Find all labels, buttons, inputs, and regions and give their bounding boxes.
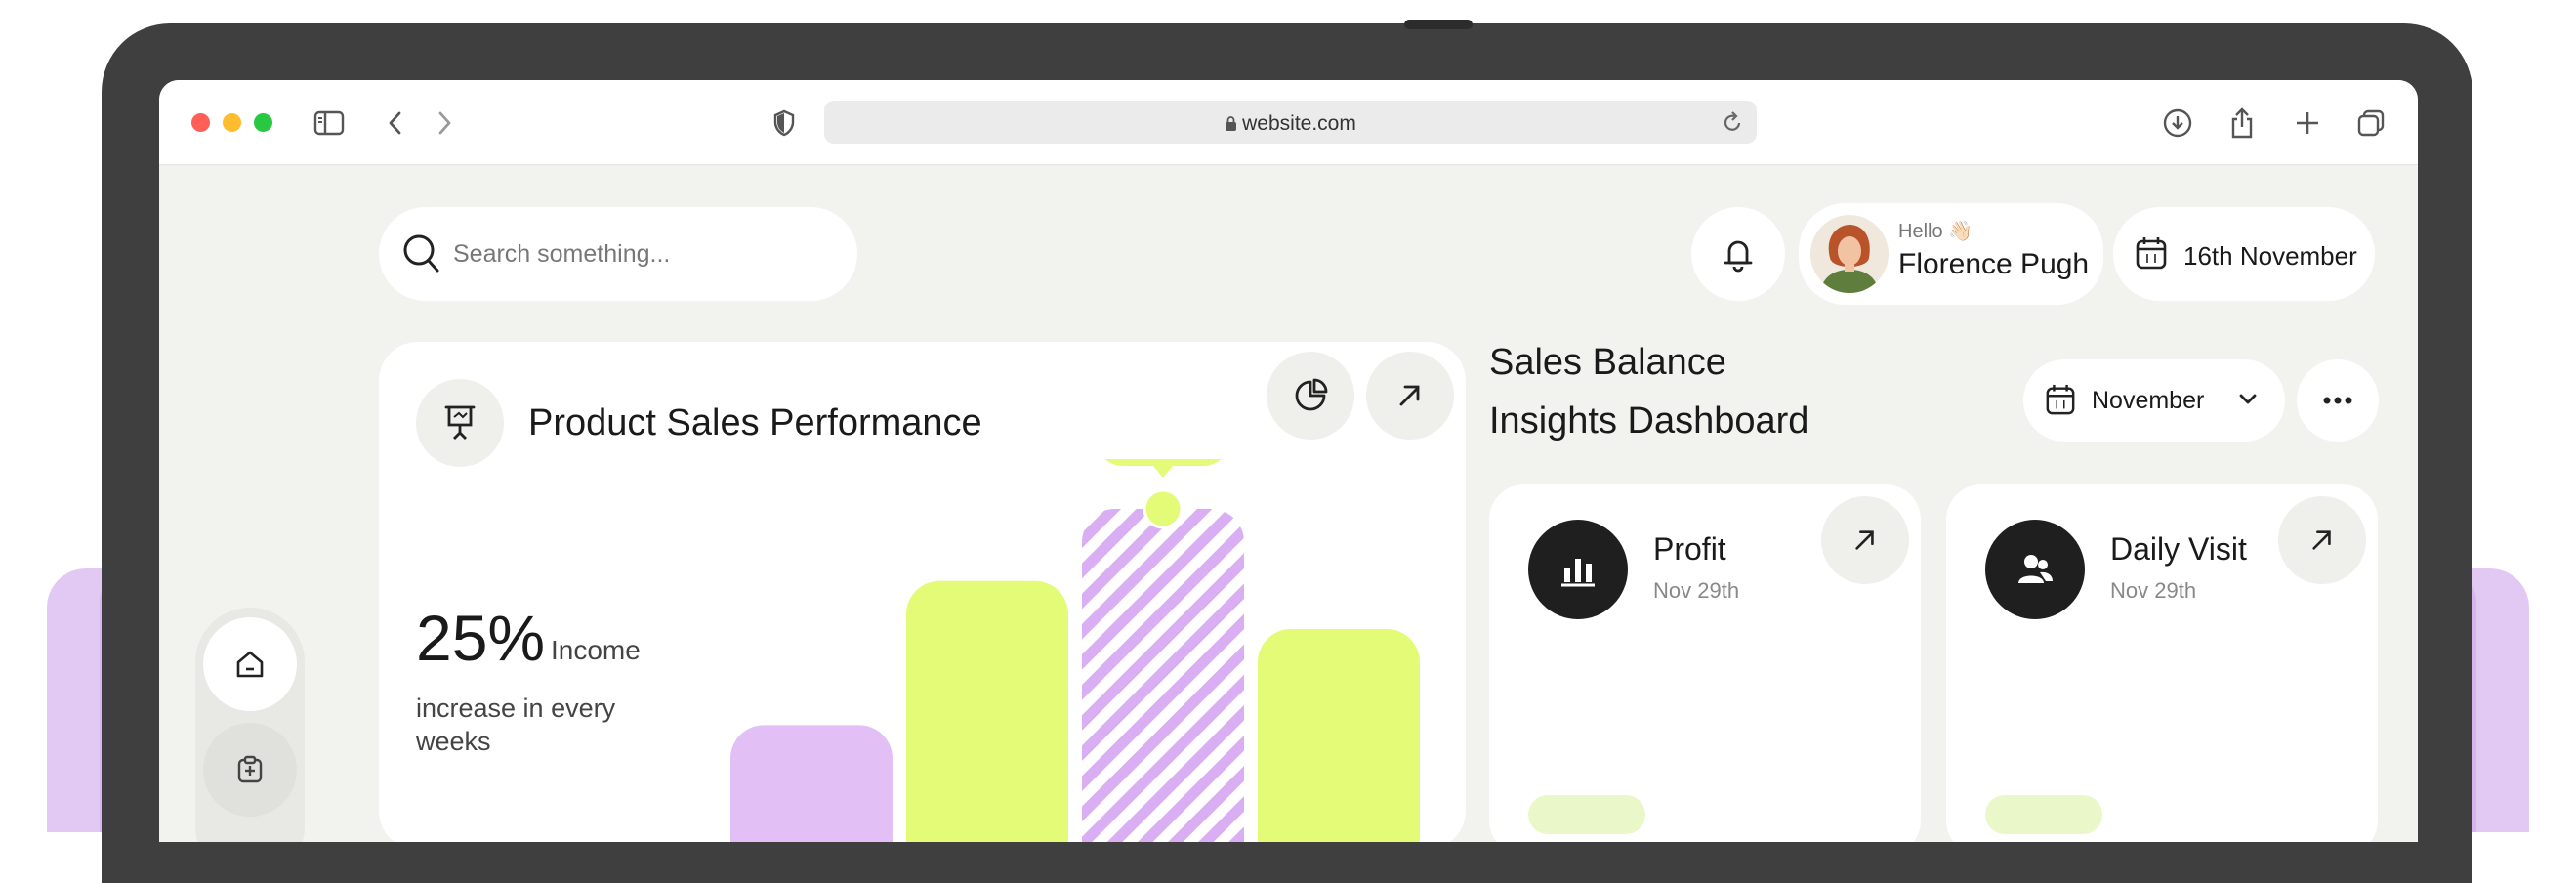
profit-open-button[interactable]	[1821, 496, 1909, 584]
reload-icon[interactable]	[1722, 110, 1743, 139]
highlight-marker	[1143, 488, 1184, 529]
bar-4[interactable]	[1258, 629, 1420, 842]
more-options-button[interactable]	[2297, 359, 2379, 442]
sidebar-item-reports[interactable]	[203, 723, 297, 817]
bar-3[interactable]	[1082, 509, 1244, 842]
income-description-line2: weeks	[416, 727, 491, 756]
month-selector[interactable]: November	[2023, 359, 2285, 442]
forward-icon[interactable]	[425, 104, 464, 143]
sidebar-toggle-icon[interactable]	[310, 104, 349, 143]
address-bar[interactable]: website.com	[824, 101, 1757, 144]
month-text: November	[2092, 387, 2205, 414]
search-icon	[402, 233, 441, 279]
url-text: website.com	[1242, 112, 1356, 135]
pie-chart-button[interactable]	[1267, 352, 1354, 440]
browser-toolbar: website.com	[159, 80, 2418, 165]
window-close-button[interactable]	[191, 113, 210, 132]
profit-title: Profit	[1653, 531, 1726, 567]
bar-2[interactable]	[906, 580, 1068, 842]
bar-chart-icon	[1561, 559, 1595, 587]
expand-card-button[interactable]	[1366, 352, 1454, 440]
daily-visit-date: Nov 29th	[2110, 578, 2197, 603]
arrow-up-right-icon	[1855, 530, 1874, 550]
user-profile[interactable]: Hello 👋🏻 Florence Pugh	[1799, 203, 2103, 305]
daily-visit-title: Daily Visit	[2110, 531, 2247, 567]
user-name: Florence Pugh	[1898, 248, 2090, 280]
sidebar	[195, 608, 305, 842]
tab-overview-icon[interactable]	[2351, 104, 2390, 143]
home-icon	[236, 651, 264, 678]
profit-badge	[1528, 795, 1645, 834]
notification-button[interactable]	[1691, 207, 1785, 301]
income-label: Income	[551, 635, 641, 665]
income-percent: 25%	[416, 602, 546, 674]
daily-visit-badge	[1985, 795, 2102, 834]
value-tooltip: $256	[1104, 459, 1222, 478]
date-display[interactable]: 16th November	[2113, 207, 2375, 301]
search-input[interactable]: Search something...	[379, 207, 857, 301]
back-icon[interactable]	[376, 104, 415, 143]
bell-icon	[1724, 240, 1753, 273]
sales-performance-card: Product Sales Performance 25% Income inc…	[379, 342, 1466, 842]
address-text: website.com	[824, 112, 1757, 138]
insights-title-line1: Sales Balance	[1489, 342, 1726, 383]
users-icon	[2018, 555, 2053, 583]
card-icon-badge	[416, 379, 504, 467]
profit-date: Nov 29th	[1653, 578, 1740, 603]
profit-card: Profit Nov 29th	[1489, 484, 1921, 842]
privacy-shield-icon[interactable]	[765, 104, 804, 143]
greeting-text: Hello 👋🏻	[1898, 221, 1974, 242]
calendar-icon	[2045, 383, 2076, 421]
window-maximize-button[interactable]	[254, 113, 272, 132]
date-text: 16th November	[2183, 241, 2357, 271]
sales-bar-chart: $256	[730, 459, 1420, 842]
bar-1[interactable]	[730, 725, 893, 842]
arrow-up-right-icon	[2312, 530, 2331, 550]
chevron-down-icon	[2238, 393, 2258, 411]
window-minimize-button[interactable]	[223, 113, 241, 132]
search-placeholder: Search something...	[453, 240, 671, 268]
new-tab-icon[interactable]	[2288, 104, 2327, 143]
daily-visit-card: Daily Visit Nov 29th	[1946, 484, 2378, 842]
insights-title-line2: Insights Dashboard	[1489, 400, 1809, 442]
profit-icon-badge	[1528, 520, 1628, 619]
app-screen: website.com Search something... Hello 👋🏻…	[159, 80, 2418, 842]
downloads-icon[interactable]	[2158, 104, 2197, 143]
more-icon	[2323, 397, 2352, 404]
card-title: Product Sales Performance	[528, 402, 982, 443]
income-description-line1: increase in every	[416, 694, 616, 723]
sidebar-item-home[interactable]	[203, 617, 297, 711]
presentation-icon	[444, 405, 476, 440]
daily-visit-open-button[interactable]	[2278, 496, 2366, 584]
pie-chart-icon	[1295, 378, 1328, 411]
clipboard-icon	[237, 755, 263, 783]
arrow-up-right-icon	[1399, 385, 1420, 406]
avatar	[1810, 215, 1889, 293]
lock-icon	[1225, 114, 1237, 138]
laptop-notch	[1404, 20, 1473, 29]
share-icon[interactable]	[2223, 104, 2262, 143]
daily-visit-icon-badge	[1985, 520, 2085, 619]
calendar-icon	[2135, 235, 2168, 275]
